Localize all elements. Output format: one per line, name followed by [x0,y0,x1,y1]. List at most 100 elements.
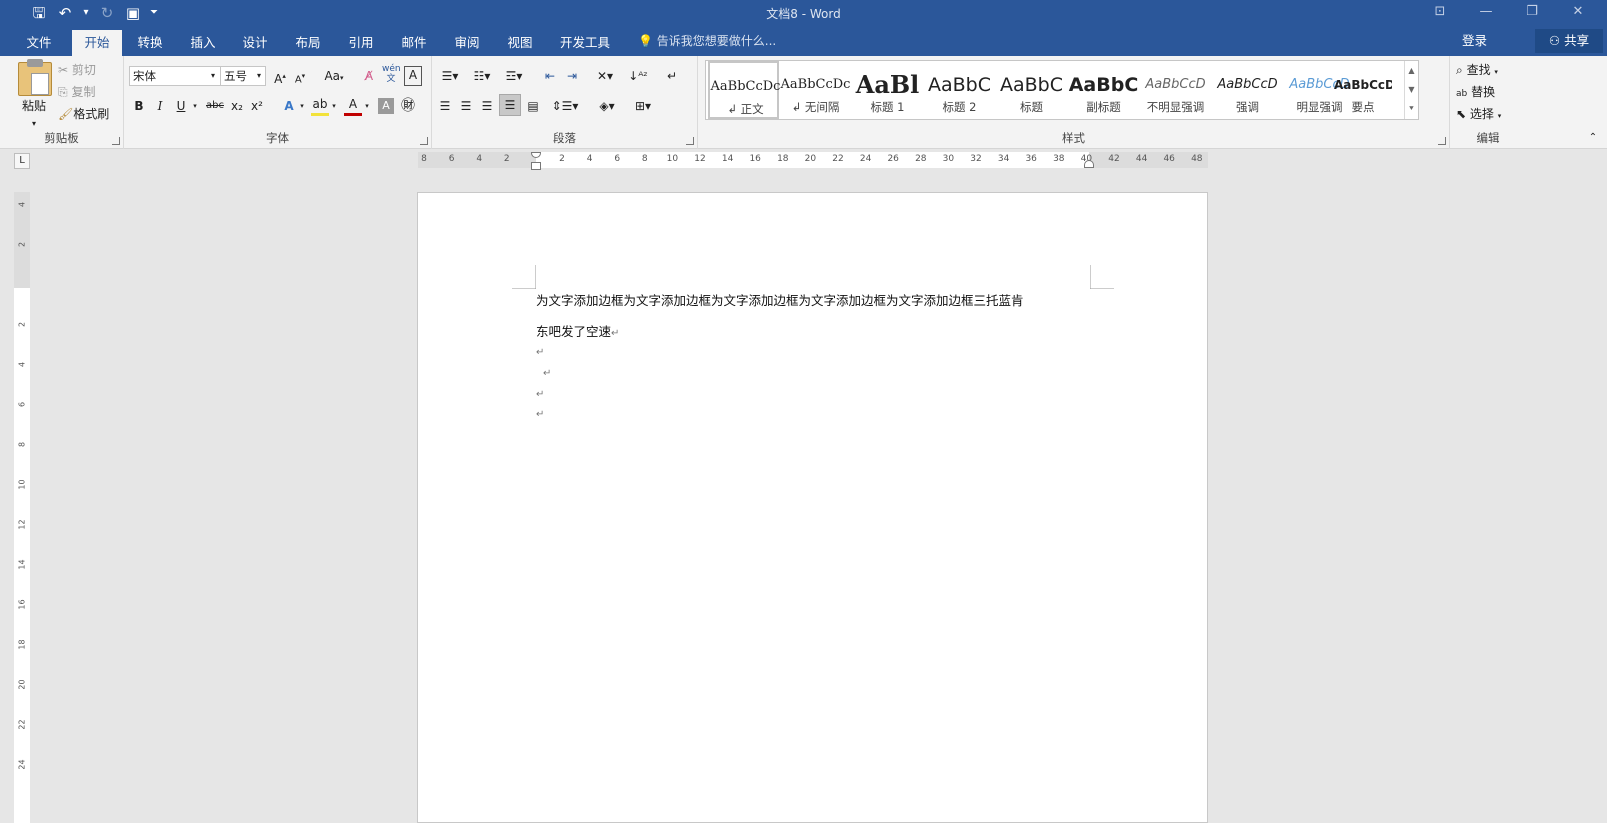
ribbon: 粘贴 ▾ ✂ 剪切 ⎘ 复制 🖌格式刷 剪贴板 宋体 ▾ 五号 ▾ A▴ A▾ … [0,56,1607,149]
tab-selector[interactable]: L [14,153,30,169]
bold-button[interactable]: B [130,96,148,116]
align-left-icon[interactable]: ☰ [436,96,454,116]
pinyin-label: wén [382,64,401,74]
font-launcher-icon[interactable] [420,137,428,145]
paragraph-launcher-icon[interactable] [686,137,694,145]
tab-view[interactable]: 视图 [498,30,542,56]
paragraph-mark: ↵ [536,347,545,358]
grow-font-icon[interactable]: A▴ [272,66,288,86]
phonetic-guide-icon[interactable]: wén 文 [382,64,401,84]
clipboard-launcher-icon[interactable] [112,137,120,145]
tab-mailings[interactable]: 邮件 [392,30,436,56]
style-name: ↲ 正文 [727,102,764,116]
strikethrough-button[interactable]: abc [204,96,226,116]
ruler-number: 20 [17,679,27,690]
highlight-dropdown-icon[interactable]: ▾ [329,96,339,116]
style-normal[interactable]: AaBbCcDc ↲ 正文 [708,61,780,119]
style-subtitle[interactable]: AaBbC 副标题 [1068,61,1139,119]
font-name-dropdown-icon[interactable]: ▾ [207,66,219,86]
decrease-indent-icon[interactable]: ⇤ [540,66,560,86]
change-case-button[interactable]: Aa▾ [320,66,348,86]
text-effects-dropdown-icon[interactable]: ▾ [297,96,307,116]
distributed-icon[interactable]: ▤ [524,96,542,116]
clear-formatting-icon[interactable]: A̸ [360,66,378,86]
tab-convert[interactable]: 转换 [128,30,172,56]
shrink-font-icon[interactable]: A▾ [292,66,308,86]
italic-button[interactable]: I [151,96,169,116]
character-shading-icon[interactable]: A [378,98,394,114]
subscript-button[interactable]: x₂ [228,96,246,116]
horizontal-ruler[interactable]: 8 6 4 2 2 4 6 8 10 12 14 16 18 20 22 24 26 28 30 32 34 36 38 40… [418,152,1208,170]
share-button[interactable]: ⚇ 共享 [1535,29,1603,53]
style-sample: AaBbC [927,74,991,96]
tab-developer[interactable]: 开发工具 [551,30,619,56]
show-marks-icon[interactable]: ↵ [662,66,682,86]
font-color-dropdown-icon[interactable]: ▾ [362,96,372,116]
font-color-icon[interactable]: A [344,96,362,116]
line-spacing-icon[interactable]: ⇕☰▾ [550,96,580,116]
style-heading-2[interactable]: AaBbC 标题 2 [924,61,995,119]
document-page[interactable]: 为文字添加边框为文字添加边框为文字添加边框为文字添加边框为文字添加边框三托蓝肯 … [417,192,1208,823]
tab-review[interactable]: 审阅 [445,30,489,56]
increase-indent-icon[interactable]: ⇥ [562,66,582,86]
close-icon[interactable]: ✕ [1555,0,1601,24]
align-center-icon[interactable]: ☰ [457,96,475,116]
tab-home[interactable]: 开始 [72,30,122,56]
styles-launcher-icon[interactable] [1438,137,1446,145]
style-heading-1[interactable]: AaBl 标题 1 [852,61,923,119]
highlight-icon[interactable]: ab [311,96,329,116]
ruler-number: 48 [1191,154,1203,164]
style-strong[interactable]: AaBbCcD 要点 [1334,61,1392,119]
chinese-layout-icon[interactable]: ✕▾ [592,66,618,86]
shading-icon[interactable]: ◈▾ [592,96,622,116]
text-effects-icon[interactable]: A [280,96,298,116]
style-no-spacing[interactable]: AaBbCcDc ↲ 无间隔 [780,61,851,119]
font-size-dropdown-icon[interactable]: ▾ [253,66,265,86]
style-title[interactable]: AaBbC 标题 [996,61,1067,119]
underline-dropdown-icon[interactable]: ▾ [190,96,200,116]
gallery-down-icon[interactable]: ▼ [1405,80,1418,99]
tab-file[interactable]: 文件 [16,30,62,56]
style-name: 标题 [1020,100,1043,114]
tab-design[interactable]: 设计 [233,30,277,56]
minimize-icon[interactable]: — [1463,0,1509,24]
left-indent-marker[interactable] [531,162,541,170]
enclose-characters-icon[interactable]: ㊖ [399,96,417,116]
align-right-icon[interactable]: ☰ [478,96,496,116]
paste-button[interactable]: 粘贴 [14,96,54,116]
justify-icon[interactable]: ☰ [499,94,521,116]
tab-references[interactable]: 引用 [339,30,383,56]
superscript-button[interactable]: x² [248,96,266,116]
format-painter-button[interactable]: 🖌格式刷 [58,104,124,124]
character-border-icon[interactable]: A [404,66,422,86]
find-button[interactable]: ⌕ 查找 ▾ [1456,60,1520,80]
style-subtle-emphasis[interactable]: AaBbCcD 不明显强调 [1140,61,1211,119]
select-button[interactable]: ⬉ 选择 ▾ [1456,104,1520,124]
tell-me-box[interactable]: 💡 告诉我您想要做什么... [638,31,776,51]
replace-button[interactable]: ab 替换 [1456,82,1520,102]
underline-button[interactable]: U [172,96,190,116]
borders-icon[interactable]: ⊞▾ [628,96,658,116]
login-link[interactable]: 登录 [1462,31,1487,51]
ruler-number: 38 [1053,154,1065,164]
find-label: 查找 [1466,63,1491,77]
paste-icon[interactable] [18,59,52,96]
gallery-more-icon[interactable]: ⯆ [1405,99,1418,118]
numbering-icon[interactable]: ☷▾ [470,66,494,86]
tab-insert[interactable]: 插入 [181,30,225,56]
ruler-number: 24 [17,759,27,770]
right-indent-marker[interactable] [1084,160,1094,168]
bullets-icon[interactable]: ☰▾ [438,66,462,86]
multilevel-list-icon[interactable]: ☲▾ [502,66,526,86]
restore-icon[interactable]: ❐ [1509,0,1555,24]
copy-button[interactable]: ⎘ 复制 [58,82,122,102]
sort-icon[interactable]: ↓ᴬᶻ [628,66,648,86]
cut-button[interactable]: ✂ 剪切 [58,60,122,80]
collapse-ribbon-icon[interactable]: ⌃ [1585,128,1601,148]
tab-layout[interactable]: 布局 [286,30,330,56]
vertical-ruler[interactable]: 4 2 2 4 6 8 10 12 14 16 18 20 22 24 [14,192,30,823]
gallery-up-icon[interactable]: ▲ [1405,61,1418,80]
ribbon-display-options-icon[interactable]: ⊡ [1417,0,1463,24]
paragraph-mark: ↵ [536,409,545,420]
style-emphasis[interactable]: AaBbCcD 强调 [1212,61,1283,119]
